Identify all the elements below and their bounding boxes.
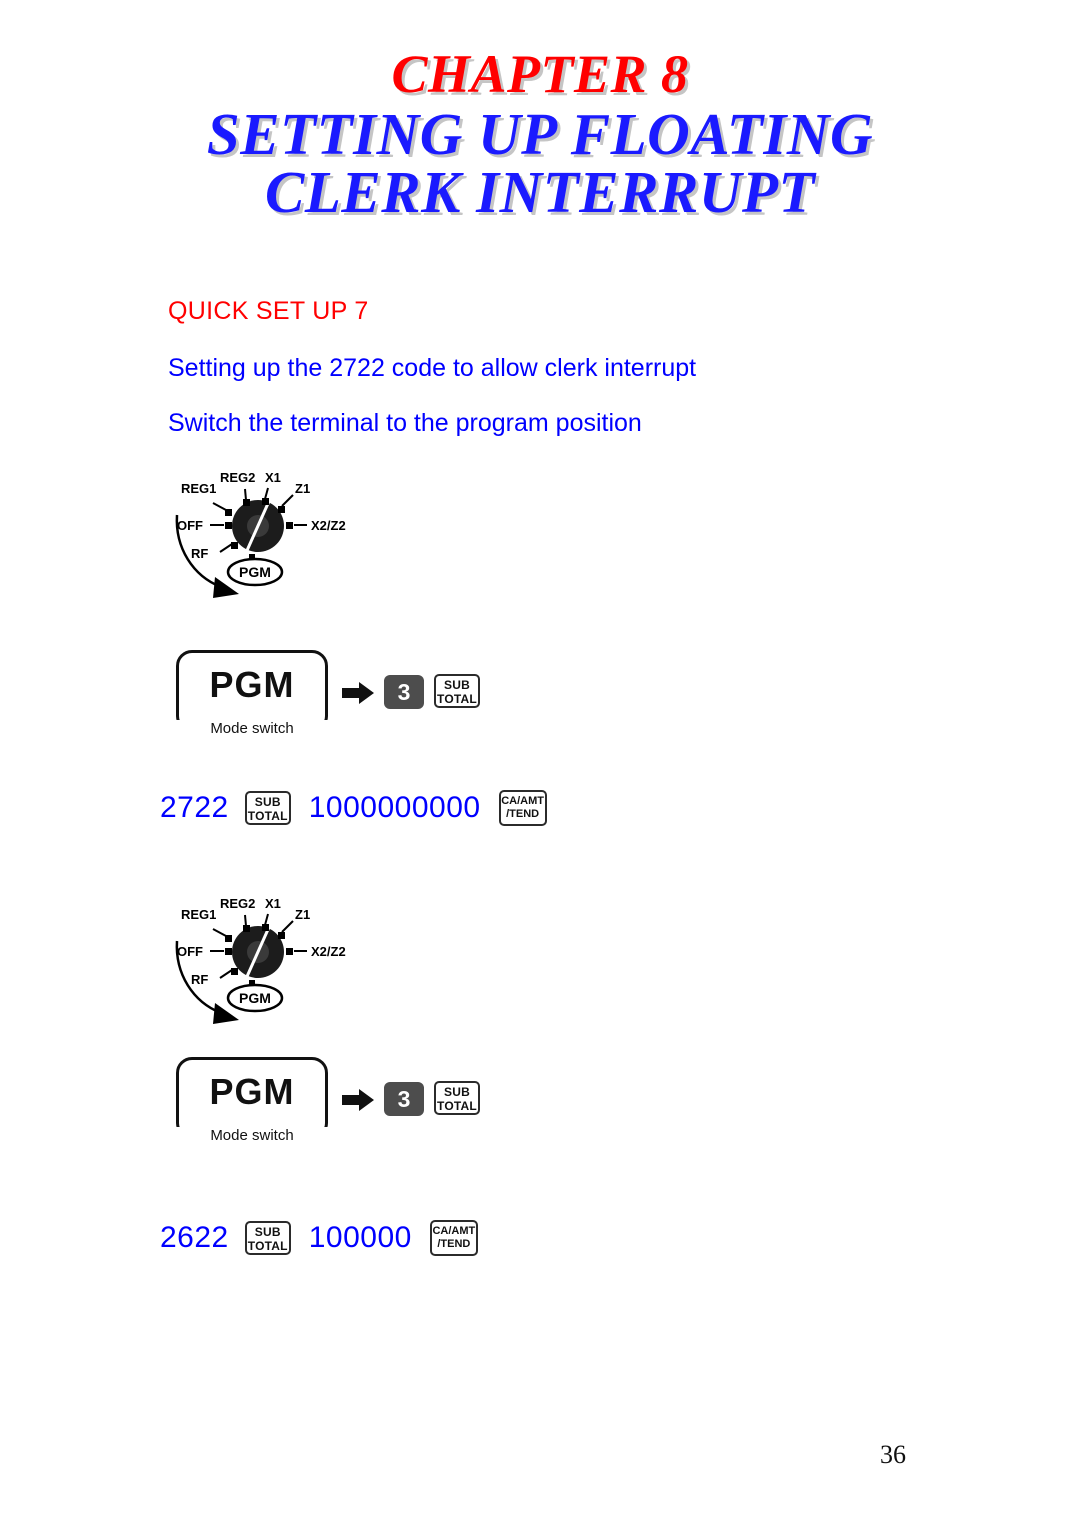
- dial-label-z1: Z1: [295, 907, 310, 922]
- sequence-code-2: 2622: [160, 1221, 229, 1254]
- program-sequence-1: 2722 SUB TOTAL 1000000000 CA/AMT /TEND: [160, 790, 547, 826]
- page-title: CHAPTER 8 SETTING UP FLOATING CLERK INTE…: [0, 46, 1080, 223]
- sequence-value-2: 100000: [308, 1221, 412, 1254]
- arrow-right-icon: [342, 680, 376, 706]
- key-subtotal-line2: TOTAL: [247, 809, 288, 823]
- dial-label-pgm: PGM: [239, 990, 271, 1006]
- key-3[interactable]: 3: [384, 675, 424, 709]
- key-catend-line1: CA/AMT: [432, 1225, 476, 1237]
- mode-switch-figure-2: PGM Mode switch 3 SUB TOTAL: [176, 1057, 496, 1169]
- key-subtotal-line1: SUB: [444, 678, 470, 692]
- key-subtotal-line1: SUB: [254, 795, 281, 809]
- key-cash-amount-tend[interactable]: CA/AMT /TEND: [429, 1220, 478, 1256]
- key-subtotal-line2: TOTAL: [437, 1099, 477, 1113]
- key-catend-line2: /TEND: [437, 1238, 471, 1250]
- key-subtotal-line2: TOTAL: [247, 1239, 288, 1253]
- quick-setup-heading: QUICK SET UP 7: [168, 297, 369, 325]
- dial-label-rf: RF: [191, 546, 208, 561]
- key-cash-amount-tend[interactable]: CA/AMT /TEND: [498, 790, 547, 826]
- key-subtotal[interactable]: SUB TOTAL: [434, 674, 480, 708]
- key-subtotal-line2: TOTAL: [437, 692, 477, 706]
- dial-label-pgm: PGM: [239, 564, 271, 580]
- key-subtotal[interactable]: SUB TOTAL: [244, 791, 291, 825]
- mode-switch-caption: Mode switch: [176, 720, 328, 737]
- mode-dial-illustration-1: REG1 REG2 X1 Z1 OFF X2/Z2 RF PGM: [163, 458, 393, 618]
- dial-label-x2z2: X2/Z2: [311, 944, 346, 959]
- dial-label-x2z2: X2/Z2: [311, 518, 346, 533]
- dial-label-x1: X1: [265, 896, 281, 911]
- mode-switch-figure-1: PGM Mode switch 3 SUB TOTAL: [176, 650, 496, 762]
- dial-label-z1: Z1: [295, 481, 310, 496]
- program-sequence-2: 2622 SUB TOTAL 100000 CA/AMT /TEND: [160, 1220, 478, 1256]
- dial-label-off: OFF: [177, 944, 203, 959]
- dial-label-rf: RF: [191, 972, 208, 987]
- dial-label-reg1: REG1: [181, 481, 216, 496]
- dial-label-reg2: REG2: [220, 896, 255, 911]
- dial-label-reg1: REG1: [181, 907, 216, 922]
- key-subtotal[interactable]: SUB TOTAL: [434, 1081, 480, 1115]
- sequence-code-1: 2722: [160, 791, 229, 824]
- key-subtotal-line1: SUB: [254, 1225, 281, 1239]
- dial-label-off: OFF: [177, 518, 203, 533]
- arrow-right-icon: [342, 1087, 376, 1113]
- chapter-subject-line-1: SETTING UP FLOATING: [206, 101, 874, 168]
- dial-label-x1: X1: [265, 470, 281, 485]
- setup-instruction: Switch the terminal to the program posit…: [168, 409, 642, 437]
- pgm-label: PGM: [209, 1071, 295, 1112]
- key-catend-line2: /TEND: [506, 808, 540, 820]
- sequence-value-1: 1000000000: [308, 791, 481, 824]
- key-catend-line1: CA/AMT: [501, 795, 544, 807]
- key-subtotal-line1: SUB: [444, 1085, 470, 1099]
- pgm-label: PGM: [209, 664, 295, 705]
- chapter-title: CHAPTER 8: [391, 44, 689, 104]
- mode-switch-caption: Mode switch: [176, 1127, 328, 1144]
- setup-subtitle: Setting up the 2722 code to allow clerk …: [168, 354, 697, 382]
- page-number: 36: [880, 1440, 906, 1469]
- mode-dial-illustration-2: REG1 REG2 X1 Z1 OFF X2/Z2 RF PGM: [163, 884, 393, 1044]
- key-3[interactable]: 3: [384, 1082, 424, 1116]
- key-subtotal[interactable]: SUB TOTAL: [244, 1221, 291, 1255]
- dial-label-reg2: REG2: [220, 470, 255, 485]
- chapter-subject-line-2: CLERK INTERRUPT: [264, 158, 816, 225]
